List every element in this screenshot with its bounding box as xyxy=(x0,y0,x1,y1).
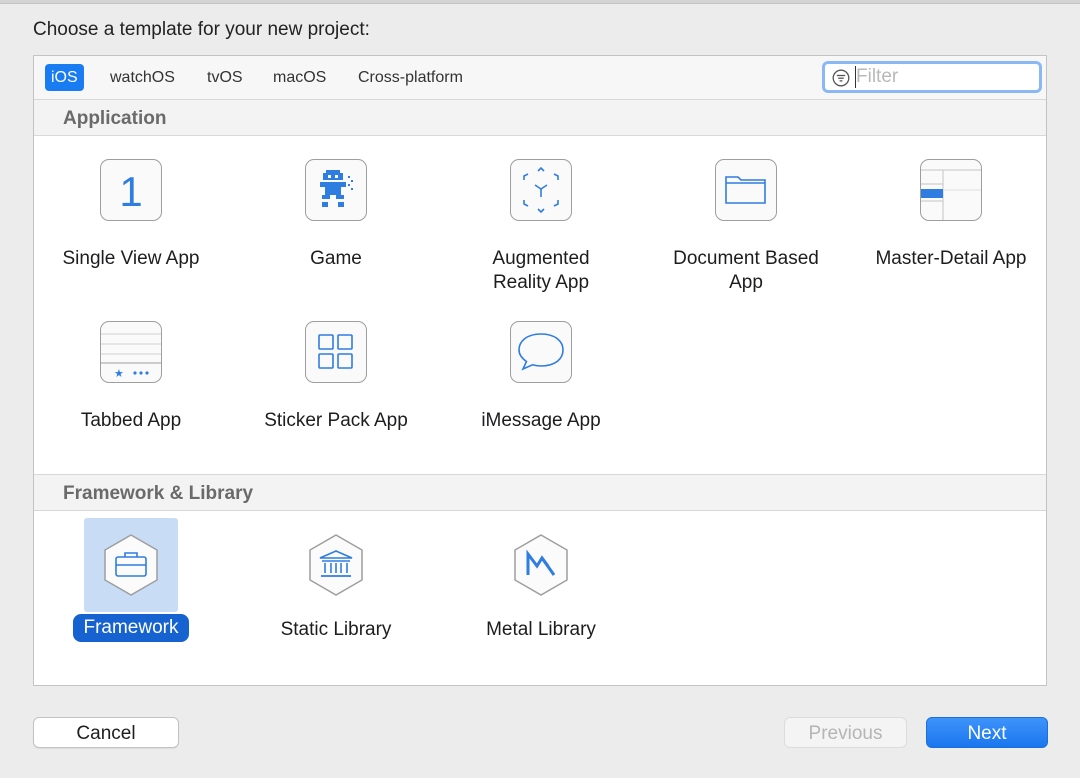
speech-bubble-icon xyxy=(510,321,572,383)
template-imessage-app[interactable]: iMessage App xyxy=(446,321,636,433)
template-sticker-pack-app[interactable]: Sticker Pack App xyxy=(241,321,431,433)
svg-text:1: 1 xyxy=(119,168,142,215)
section-title: Framework & Library xyxy=(63,483,254,504)
window-top-edge xyxy=(0,0,1080,4)
template-game[interactable]: Game xyxy=(241,159,431,271)
template-label: Sticker Pack App xyxy=(264,410,408,431)
template-chooser-panel: iOS watchOS tvOS macOS Cross-platform Ap… xyxy=(33,55,1047,686)
svg-text:★: ★ xyxy=(114,367,124,380)
bank-building-icon xyxy=(303,532,369,598)
template-label: Tabbed App xyxy=(80,410,182,431)
single-view-icon: 1 xyxy=(100,159,162,221)
folder-icon xyxy=(715,159,777,221)
tab-ios[interactable]: iOS xyxy=(45,64,84,91)
template-label: Augmented Reality App xyxy=(492,248,590,293)
metal-icon xyxy=(508,532,574,598)
template-document-based-app[interactable]: Document Based App xyxy=(651,159,841,295)
tab-cross-platform[interactable]: Cross-platform xyxy=(352,64,469,91)
template-master-detail-app[interactable]: Master-Detail App xyxy=(856,159,1046,271)
template-static-library[interactable]: Static Library xyxy=(241,532,431,642)
template-label: Game xyxy=(310,248,362,269)
template-tabbed-app[interactable]: ★ Tabbed App xyxy=(36,321,226,433)
tab-watchos[interactable]: watchOS xyxy=(104,64,181,91)
template-single-view-app[interactable]: 1 Single View App xyxy=(36,159,226,271)
sticker-grid-icon xyxy=(305,321,367,383)
template-label: Static Library xyxy=(280,619,392,640)
filter-input[interactable] xyxy=(855,66,1031,88)
toolbox-icon xyxy=(98,532,164,598)
section-header-application: Application xyxy=(34,99,1046,136)
template-label: Metal Library xyxy=(486,619,596,640)
filter-icon xyxy=(832,69,850,87)
cancel-button[interactable]: Cancel xyxy=(33,717,179,748)
template-label: Document Based App xyxy=(673,248,819,293)
template-framework[interactable]: Framework xyxy=(36,532,226,642)
template-label: iMessage App xyxy=(481,410,601,431)
template-label: Single View App xyxy=(62,248,200,269)
section-title: Application xyxy=(63,108,167,129)
template-augmented-reality-app[interactable]: Augmented Reality App xyxy=(446,159,636,295)
filter-field[interactable] xyxy=(822,61,1042,93)
tab-tvos[interactable]: tvOS xyxy=(201,64,249,91)
section-header-framework-library: Framework & Library xyxy=(34,474,1046,511)
next-button[interactable]: Next xyxy=(926,717,1048,748)
augmented-reality-icon xyxy=(510,159,572,221)
template-label: Master-Detail App xyxy=(875,248,1027,269)
game-icon xyxy=(305,159,367,221)
platform-tab-bar: iOS watchOS tvOS macOS Cross-platform xyxy=(34,56,1046,100)
previous-button[interactable]: Previous xyxy=(784,717,907,748)
master-detail-icon xyxy=(920,159,982,221)
tab-bar-icon: ★ xyxy=(100,321,162,383)
template-label: Framework xyxy=(73,614,189,642)
dialog-prompt: Choose a template for your new project: xyxy=(33,19,370,40)
tab-macos[interactable]: macOS xyxy=(267,64,332,91)
template-metal-library[interactable]: Metal Library xyxy=(446,532,636,642)
